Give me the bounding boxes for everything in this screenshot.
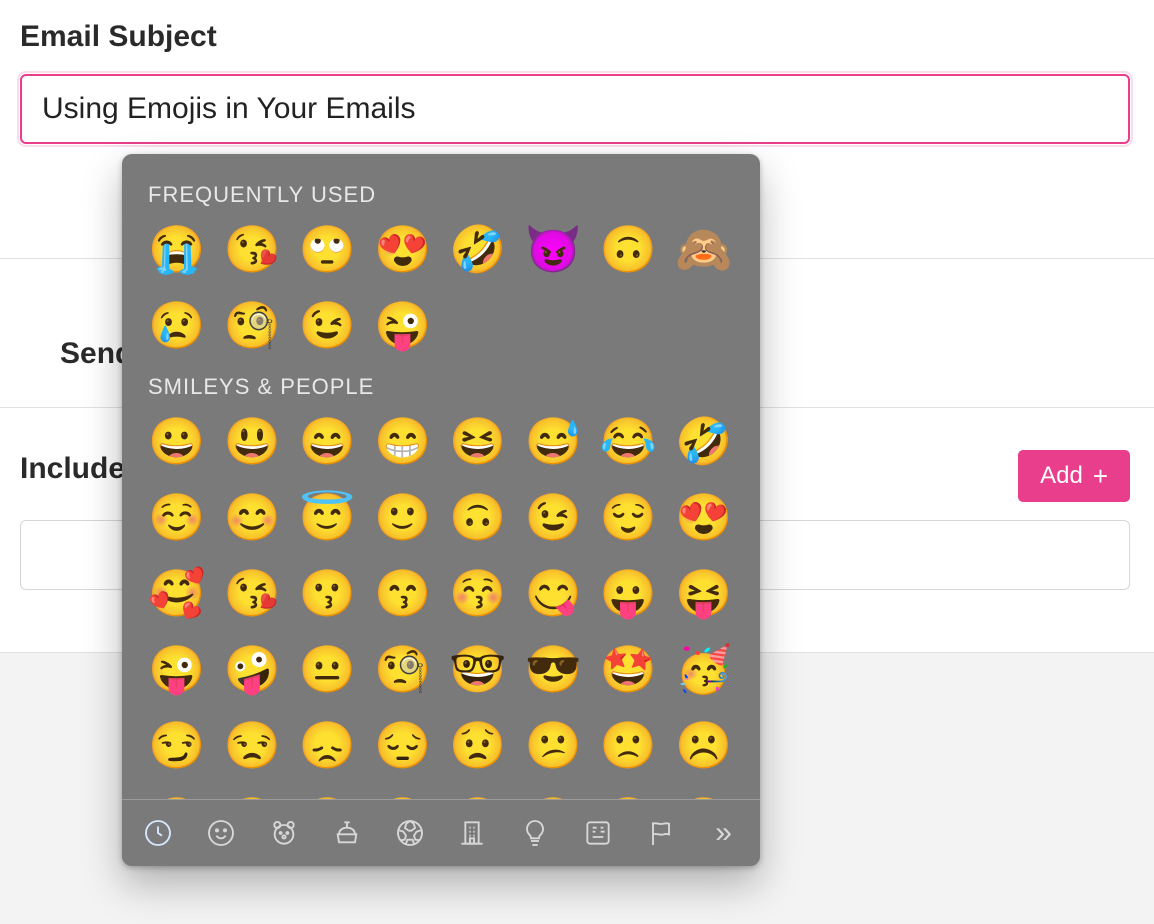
emoji-category-activity[interactable] — [391, 812, 428, 854]
emoji-category-flags[interactable] — [642, 812, 679, 854]
smiley-icon — [205, 817, 237, 849]
chevrons-right-icon: » — [715, 816, 732, 850]
emoji-item[interactable]: 😈 — [524, 220, 582, 278]
emoji-item[interactable]: 😔 — [374, 716, 432, 774]
emoji-item[interactable]: 😜 — [148, 640, 206, 698]
emoji-item[interactable]: 😌 — [600, 488, 658, 546]
emoji-item[interactable]: 🥰 — [148, 564, 206, 622]
emoji-item[interactable]: 😋 — [524, 564, 582, 622]
emoji-item[interactable]: 😍 — [675, 488, 733, 546]
emoji-item[interactable]: 😇 — [299, 488, 357, 546]
building-icon — [456, 817, 488, 849]
emoji-item[interactable]: 😘 — [223, 564, 281, 622]
emoji-item[interactable]: 😉 — [299, 296, 357, 354]
emoji-category-smileys[interactable] — [203, 812, 240, 854]
soccer-icon — [394, 817, 426, 849]
emoji-item[interactable]: 🧐 — [374, 640, 432, 698]
emoji-item[interactable]: 😄 — [299, 412, 357, 470]
emoji-item[interactable]: ☺️ — [148, 488, 206, 546]
emoji-item[interactable]: 😂 — [600, 412, 658, 470]
emoji-item[interactable]: 😅 — [524, 412, 582, 470]
emoji-item[interactable]: 😃 — [223, 412, 281, 470]
emoji-item[interactable]: 🙃 — [449, 488, 507, 546]
emoji-item[interactable]: 😢 — [524, 792, 582, 799]
emoji-item[interactable]: ☹️ — [675, 716, 733, 774]
emoji-item[interactable]: 🙂 — [374, 488, 432, 546]
emoji-section-title-frequent: FREQUENTLY USED — [148, 182, 734, 208]
emoji-category-more[interactable]: » — [705, 812, 742, 854]
emoji-item[interactable]: 😫 — [299, 792, 357, 799]
emoji-item[interactable]: 😭 — [148, 220, 206, 278]
emoji-category-food[interactable] — [328, 812, 365, 854]
emoji-item[interactable]: 😀 — [148, 412, 206, 470]
emoji-item[interactable]: 😝 — [675, 564, 733, 622]
include-label: Include — [20, 452, 125, 485]
plus-icon: + — [1093, 463, 1108, 489]
emoji-item[interactable]: 😭 — [600, 792, 658, 799]
emoji-item[interactable]: 🥳 — [675, 640, 733, 698]
flag-icon — [645, 817, 677, 849]
emoji-item[interactable]: 😗 — [299, 564, 357, 622]
emoji-item[interactable]: 😟 — [449, 716, 507, 774]
emoji-item[interactable]: 😙 — [374, 564, 432, 622]
emoji-grid-frequent: 😭 😘 🙄 😍 🤣 😈 🙃 🙈 😢 🧐 😉 😜 — [148, 220, 734, 354]
emoji-item[interactable]: 🤓 — [449, 640, 507, 698]
symbols-icon — [582, 817, 614, 849]
emoji-picker[interactable]: FREQUENTLY USED 😭 😘 🙄 😍 🤣 😈 🙃 🙈 😢 🧐 😉 😜 SMILEYS & P… — [122, 154, 760, 866]
emoji-category-animals[interactable] — [266, 812, 303, 854]
emoji-item[interactable]: 😉 — [524, 488, 582, 546]
emoji-item[interactable]: 😩 — [374, 792, 432, 799]
emoji-item[interactable]: 🙁 — [600, 716, 658, 774]
emoji-grid-smileys: 😀 😃 😄 😁 😆 😅 😂 🤣 ☺️ 😊 😇 🙂 🙃 😉 😌 😍 🥰 😘 😗 😙 😚 😋 😛 😝 😜 🤪 😐 🧐 🤓 😎 🤩 🥳 😏 😒 😞 😔 😟 😕 🙁… — [148, 412, 734, 799]
emoji-item[interactable]: 😣 — [148, 792, 206, 799]
emoji-item[interactable]: 🧐 — [223, 296, 281, 354]
emoji-item[interactable]: 😘 — [223, 220, 281, 278]
emoji-item[interactable]: 🤪 — [223, 640, 281, 698]
emoji-category-recent[interactable] — [140, 812, 177, 854]
emoji-item[interactable]: 🤩 — [600, 640, 658, 698]
add-button[interactable]: Add + — [1018, 450, 1130, 502]
food-icon — [331, 817, 363, 849]
emoji-item[interactable]: 😍 — [374, 220, 432, 278]
emoji-item[interactable]: 😚 — [449, 564, 507, 622]
emoji-item[interactable]: 😤 — [675, 792, 733, 799]
emoji-item[interactable]: 😢 — [148, 296, 206, 354]
emoji-item[interactable]: 😒 — [223, 716, 281, 774]
emoji-category-travel[interactable] — [454, 812, 491, 854]
emoji-item[interactable]: 🙃 — [600, 220, 658, 278]
bear-icon — [268, 817, 300, 849]
emoji-item[interactable]: 😛 — [600, 564, 658, 622]
emoji-item[interactable]: 😕 — [524, 716, 582, 774]
emoji-section-title-smileys: SMILEYS & PEOPLE — [148, 374, 734, 400]
emoji-item[interactable]: 🥺 — [449, 792, 507, 799]
bulb-icon — [519, 817, 551, 849]
emoji-item[interactable]: 🤣 — [675, 412, 733, 470]
emoji-item[interactable]: 😜 — [374, 296, 432, 354]
emoji-item[interactable]: 😎 — [524, 640, 582, 698]
emoji-category-toolbar: » — [122, 799, 760, 866]
clock-icon — [142, 817, 174, 849]
emoji-category-symbols[interactable] — [580, 812, 617, 854]
add-button-label: Add — [1040, 462, 1083, 490]
emoji-item[interactable]: 😖 — [223, 792, 281, 799]
email-subject-label: Email Subject — [20, 20, 217, 54]
emoji-category-objects[interactable] — [517, 812, 554, 854]
emoji-item[interactable]: 😞 — [299, 716, 357, 774]
emoji-item[interactable]: 🙈 — [675, 220, 733, 278]
emoji-item[interactable]: 🙄 — [299, 220, 357, 278]
emoji-item[interactable]: 😊 — [223, 488, 281, 546]
emoji-item[interactable]: 🤣 — [449, 220, 507, 278]
emoji-item[interactable]: 😏 — [148, 716, 206, 774]
emoji-item[interactable]: 😐 — [299, 640, 357, 698]
emoji-item[interactable]: 😁 — [374, 412, 432, 470]
email-subject-input[interactable] — [20, 74, 1130, 144]
emoji-scroll-area[interactable]: FREQUENTLY USED 😭 😘 🙄 😍 🤣 😈 🙃 🙈 😢 🧐 😉 😜 SMILEYS & P… — [122, 154, 760, 799]
emoji-item[interactable]: 😆 — [449, 412, 507, 470]
